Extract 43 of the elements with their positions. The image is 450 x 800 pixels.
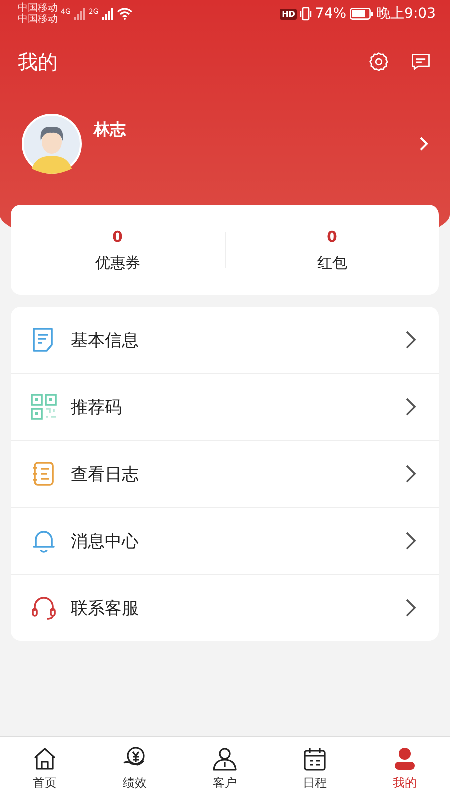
- battery-percentage: 74%: [315, 6, 347, 22]
- qr-code-icon: [31, 394, 57, 420]
- tab[interactable]: 日程: [270, 737, 360, 800]
- tab[interactable]: 首页: [0, 737, 90, 800]
- vibrate-icon: [300, 7, 312, 21]
- menu-item[interactable]: 消息中心: [11, 508, 439, 575]
- tab[interactable]: 绩效: [90, 737, 180, 800]
- bell-icon: [31, 528, 57, 554]
- person-icon: [392, 746, 418, 772]
- stat-label[interactable]: 红包: [317, 254, 348, 272]
- carrier-label: 中国移动: [18, 3, 58, 14]
- chevron-right-icon: [405, 531, 417, 551]
- settings-icon[interactable]: [368, 51, 390, 73]
- page-title: 我的: [18, 48, 58, 76]
- stat-value: 0: [112, 228, 123, 246]
- home-icon: [32, 746, 58, 772]
- signal-icon: [74, 8, 86, 20]
- menu-item[interactable]: 推荐码: [11, 374, 439, 441]
- carrier-label: 中国移动: [18, 14, 58, 25]
- headset-icon: [31, 595, 57, 621]
- wifi-icon: [116, 8, 133, 20]
- menu-item[interactable]: 基本信息: [11, 307, 439, 374]
- signal-icon: [102, 8, 114, 20]
- battery-icon: [350, 8, 374, 20]
- avatar[interactable]: [22, 114, 82, 174]
- chevron-right-icon: [405, 330, 417, 350]
- chevron-right-icon[interactable]: [418, 135, 430, 153]
- person-icon: [212, 746, 238, 772]
- clock-time: 晚上9:03: [376, 5, 436, 23]
- stat-value: 0: [327, 228, 338, 246]
- message-icon[interactable]: [410, 51, 432, 73]
- menu-item[interactable]: 联系客服: [11, 575, 439, 641]
- notebook-icon: [31, 461, 57, 487]
- calendar-icon: [302, 746, 328, 772]
- chevron-right-icon: [405, 598, 417, 618]
- user-name: 林志: [94, 120, 128, 141]
- chevron-right-icon: [405, 464, 417, 484]
- stat-label[interactable]: 优惠券: [95, 254, 140, 272]
- hd-badge: HD: [280, 8, 298, 20]
- menu-item[interactable]: 查看日志: [11, 441, 439, 508]
- tab[interactable]: 我的: [360, 737, 450, 800]
- chevron-right-icon: [405, 397, 417, 417]
- tab[interactable]: 客户: [180, 737, 270, 800]
